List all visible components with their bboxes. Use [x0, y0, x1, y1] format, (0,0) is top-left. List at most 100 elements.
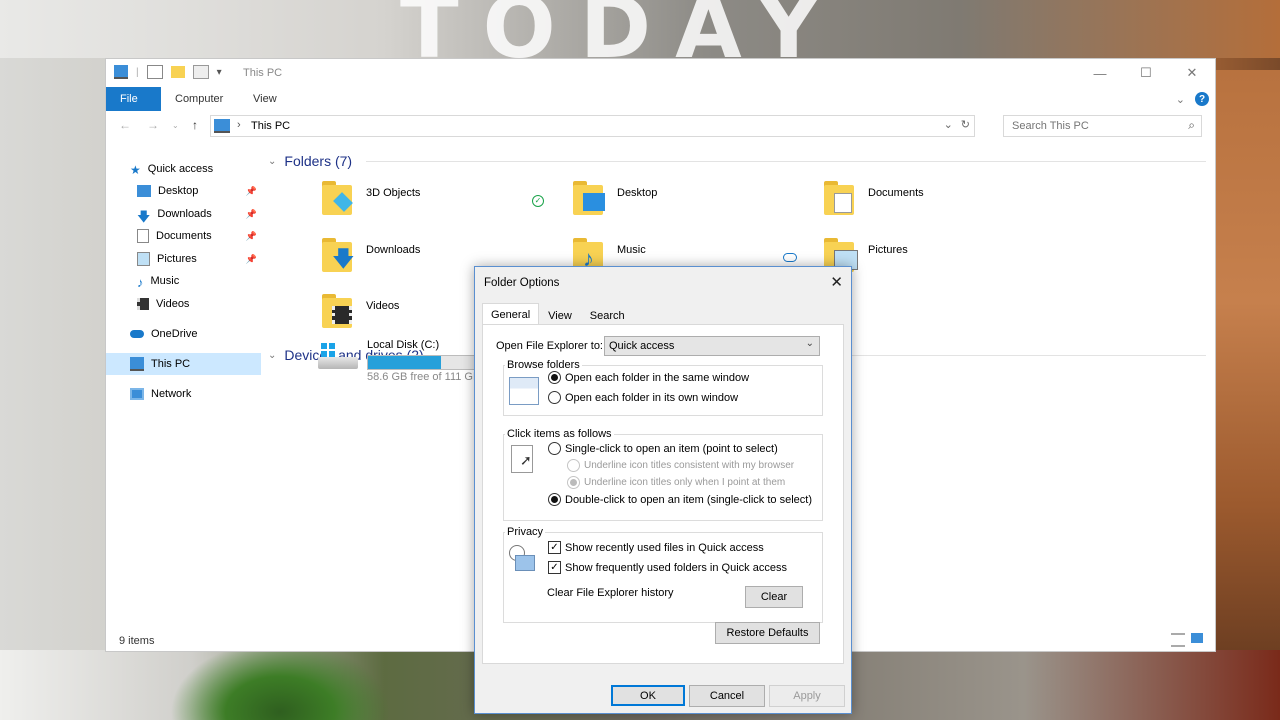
minimize-button[interactable]: — [1077, 59, 1123, 87]
sidebar-item-label: Videos [156, 298, 190, 310]
close-button[interactable]: ✕ [1169, 59, 1215, 87]
folder-icon [322, 179, 358, 215]
restore-defaults-button[interactable]: Restore Defaults [715, 622, 820, 644]
radio-indicator [548, 442, 561, 455]
maximize-button[interactable]: ☐ [1123, 59, 1169, 87]
address-dropdown-icon[interactable]: ⌄ [944, 118, 953, 131]
help-icon[interactable]: ? [1195, 92, 1209, 106]
windows-logo-icon [321, 343, 335, 357]
single-click-radio[interactable]: Single-click to open an item (point to s… [548, 442, 778, 455]
sidebar-item-label: OneDrive [151, 328, 198, 340]
refresh-icon[interactable]: ↻ [961, 118, 970, 131]
sidebar-item-music[interactable]: ♪ Music [106, 270, 261, 292]
customize-toolbar-icon[interactable] [192, 65, 209, 79]
underline-point-radio[interactable]: Underline icon titles only when I point … [567, 476, 785, 489]
large-icons-view-icon[interactable] [1191, 633, 1203, 643]
clear-button[interactable]: Clear [745, 586, 803, 608]
apply-button[interactable]: Apply [769, 685, 845, 707]
underline-browser-radio[interactable]: Underline icon titles consistent with my… [567, 459, 794, 472]
chevron-right-icon[interactable]: › [237, 119, 241, 131]
folder-name: Downloads [366, 244, 421, 256]
show-recent-files-checkbox[interactable]: ✓ Show recently used files in Quick acce… [548, 541, 764, 554]
properties-icon[interactable] [146, 65, 163, 79]
checkmark-icon: ✓ [548, 561, 561, 574]
sidebar-item-label: Music [150, 275, 180, 287]
sidebar-item-documents[interactable]: Documents 📌 [106, 225, 261, 247]
dialog-title: Folder Options [484, 277, 560, 289]
divider: | [136, 66, 139, 78]
sidebar-item-label: Network [151, 388, 192, 400]
chevron-down-icon[interactable]: ▾ [217, 67, 222, 78]
sidebar-item-pictures[interactable]: Pictures 📌 [106, 248, 261, 270]
forward-arrow-icon[interactable]: → [147, 118, 159, 132]
folder-3d-objects[interactable]: 3D Objects [322, 179, 552, 223]
folder-name: 3D Objects [366, 187, 421, 199]
search-box[interactable]: ⌕ [1003, 115, 1202, 137]
browse-same-window-radio[interactable]: Open each folder in the same window [548, 371, 749, 384]
download-icon: 🡇 [137, 209, 151, 224]
browse-folders-icon [509, 377, 539, 405]
expand-ribbon-icon[interactable]: ⌄ [1176, 93, 1185, 106]
desktop-wallpaper-right [1214, 70, 1280, 650]
cancel-button[interactable]: Cancel [689, 685, 765, 707]
quick-access-toolbar: | ▾ [114, 65, 222, 79]
chevron-down-icon: ⌄ [805, 338, 814, 349]
ribbon-right-controls: ⌄ ? [1176, 92, 1209, 106]
sidebar-item-label: Quick access [147, 163, 214, 175]
folders-group-header[interactable]: ⌄ Folders (7) [268, 153, 352, 169]
chevron-down-icon: ⌄ [268, 155, 277, 167]
group-divider [366, 161, 1206, 162]
privacy-icon [509, 545, 535, 571]
sync-status-icon: ✓ [532, 195, 544, 207]
sidebar-item-label: Downloads [157, 208, 212, 220]
double-click-radio[interactable]: Double-click to open an item (single-cli… [548, 493, 812, 506]
pin-icon: 📌 [245, 230, 257, 241]
folder-icon [322, 292, 358, 328]
tab-view[interactable]: View [239, 87, 291, 111]
sidebar-item-quick-access[interactable]: ★ Quick access [106, 158, 261, 180]
recent-locations-icon[interactable]: ⌄ [172, 121, 179, 130]
details-view-icon[interactable] [1171, 633, 1185, 647]
videos-icon [137, 298, 149, 310]
cloud-status-icon [783, 253, 797, 262]
click-items-icon: ➚ [511, 445, 533, 473]
ok-button[interactable]: OK [611, 685, 685, 706]
radio-indicator [567, 459, 580, 472]
search-input[interactable] [1010, 119, 1184, 133]
checkbox-label: Show recently used files in Quick access [565, 541, 764, 554]
browse-own-window-radio[interactable]: Open each folder in its own window [548, 391, 738, 404]
tab-file[interactable]: File [106, 87, 161, 111]
sidebar-item-downloads[interactable]: 🡇 Downloads 📌 [106, 203, 261, 225]
network-icon [130, 388, 144, 400]
folder-documents[interactable]: Documents [824, 179, 1054, 223]
sidebar-item-videos[interactable]: Videos [106, 293, 261, 315]
up-arrow-icon[interactable]: ↑ [192, 118, 198, 132]
folder-name: Desktop [617, 187, 658, 199]
drive-usage-fill [368, 356, 441, 369]
back-arrow-icon[interactable]: ← [119, 118, 131, 132]
radio-indicator [567, 476, 580, 489]
folder-pictures[interactable]: Pictures [824, 236, 1054, 280]
sidebar-item-this-pc[interactable]: This PC [106, 353, 261, 375]
tab-general[interactable]: General [482, 303, 540, 326]
sidebar-item-network[interactable]: Network [106, 383, 261, 405]
sidebar-item-desktop[interactable]: Desktop 📌 [106, 180, 261, 202]
folder-icon [573, 179, 609, 215]
folder-icon [515, 555, 535, 571]
close-icon[interactable]: ✕ [830, 273, 843, 291]
folder-desktop[interactable]: Desktop [573, 179, 803, 223]
address-bar[interactable]: › This PC ⌄ ↻ [210, 115, 975, 137]
tab-computer[interactable]: Computer [161, 87, 237, 111]
pin-icon: 📌 [245, 253, 257, 264]
sidebar-item-onedrive[interactable]: OneDrive [106, 323, 261, 345]
open-explorer-dropdown[interactable]: Quick access ⌄ [604, 336, 820, 356]
new-folder-icon[interactable] [170, 66, 185, 78]
navigation-pane: ★ Quick access Desktop 📌 🡇 Downloads 📌 D… [106, 149, 261, 629]
drive-free-space: 58.6 GB free of 111 GB [367, 371, 481, 383]
show-frequent-folders-checkbox[interactable]: ✓ Show frequently used folders in Quick … [548, 561, 787, 574]
open-explorer-value: Quick access [609, 340, 675, 352]
ribbon-tabs: File Computer View ⌄ ? [106, 87, 1215, 111]
address-row: ← → ⌄ ↑ › This PC ⌄ ↻ ⌕ [106, 115, 1215, 137]
title-bar: | ▾ This PC — ☐ ✕ [106, 59, 1215, 87]
general-tab-panel: Open File Explorer to: Quick access ⌄ Br… [482, 324, 844, 664]
